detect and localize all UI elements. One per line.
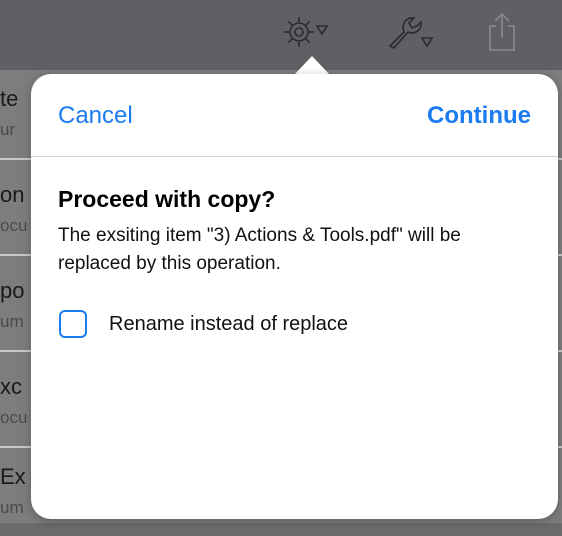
rename-checkbox[interactable] [59, 310, 87, 338]
dialog-title: Proceed with copy? [58, 186, 276, 212]
cancel-button[interactable]: Cancel [58, 102, 133, 130]
continue-button[interactable]: Continue [427, 102, 531, 130]
share-icon[interactable] [482, 12, 522, 52]
gear-dropdown-icon[interactable] [283, 12, 343, 52]
rename-option[interactable]: Rename instead of replace [59, 307, 348, 341]
dialog-message: The exsiting item "3) Actions & Tools.pd… [58, 225, 461, 274]
copy-confirmation-popover: Cancel Continue Proceed with copy? The e… [31, 74, 558, 519]
wrench-dropdown-icon[interactable] [384, 12, 436, 52]
rename-option-label: Rename instead of replace [109, 312, 349, 335]
toolbar [0, 0, 562, 70]
popover-arrow [294, 56, 330, 75]
popover-nav-bar: Cancel Continue [31, 74, 558, 157]
